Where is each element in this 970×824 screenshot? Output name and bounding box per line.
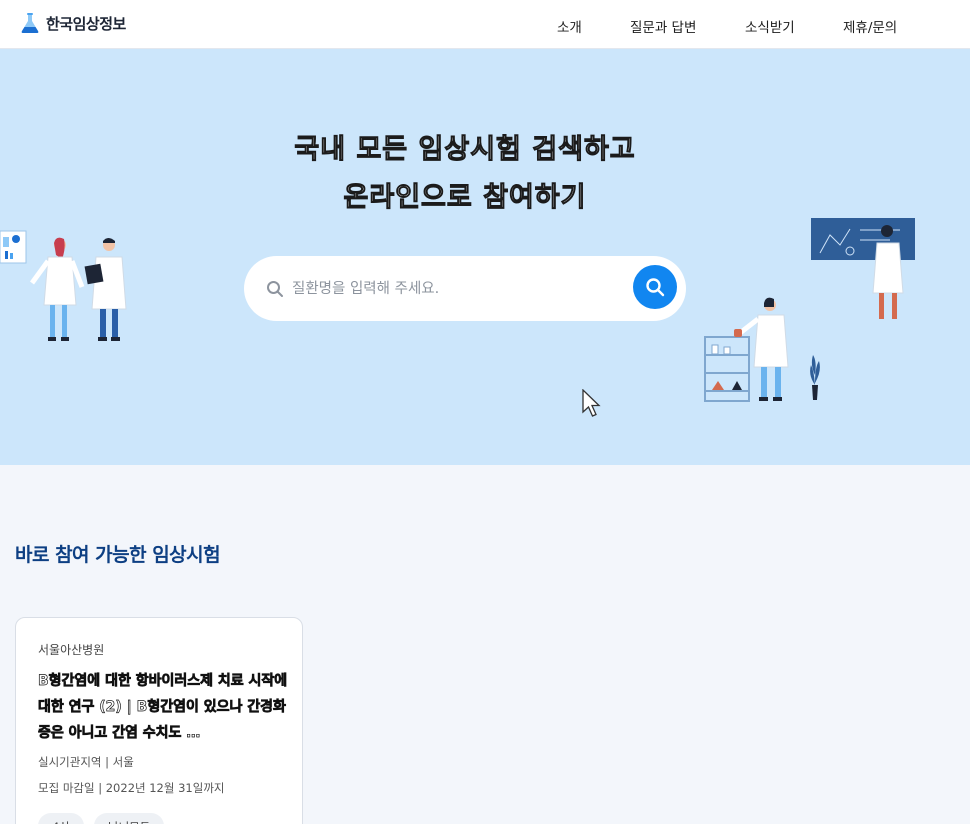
card-deadline: 모집 마감일 | 2022년 12월 31일까지 [38, 781, 225, 795]
hero-banner: 국내 모든 임상시험 검색하고 온라인으로 참여하기 [0, 49, 970, 465]
nav-partnership[interactable]: 제휴/문의 [843, 16, 897, 36]
card-tag-gender: 남녀모두 [94, 813, 165, 824]
magnifier-icon [646, 278, 665, 297]
brand-logo[interactable]: 한국임상정보 [20, 12, 126, 34]
card-hospital: 서울아산병원 [38, 643, 105, 657]
hero-title-line2: 온라인으로 참여하기 [343, 182, 587, 214]
card-region: 실시기관지역 | 서울 [38, 755, 134, 769]
section-title: 바로 참여 가능한 임상시험 [15, 544, 221, 566]
flask-icon [21, 13, 39, 33]
top-header: 한국임상정보 소개 질문과 답변 소식받기 제휴/문의 [0, 0, 970, 49]
doctors-illustration [0, 230, 127, 341]
mouse-pointer-icon [582, 389, 601, 417]
card-tag-phase: 4상 [38, 813, 84, 824]
nav-qna[interactable]: 질문과 답변 [630, 16, 696, 36]
search-bar [244, 256, 686, 321]
search-icon [267, 281, 283, 297]
trial-card[interactable]: 서울아산병원 B형간염에 대한 항바이러스제 치료 시작에 대한 연구 (2) … [15, 617, 303, 824]
nav-about[interactable]: 소개 [557, 16, 582, 36]
search-button[interactable] [633, 265, 677, 309]
nav-subscribe[interactable]: 소식받기 [745, 16, 795, 36]
card-title[interactable]: B형간염에 대한 항바이러스제 치료 시작에 대한 연구 (2) | B형간염이… [38, 668, 288, 746]
hero-title-line1: 국내 모든 임상시험 검색하고 [294, 134, 636, 166]
lab-illustration [704, 218, 915, 402]
search-input[interactable] [292, 274, 622, 304]
brand-name: 한국임상정보 [46, 14, 126, 33]
